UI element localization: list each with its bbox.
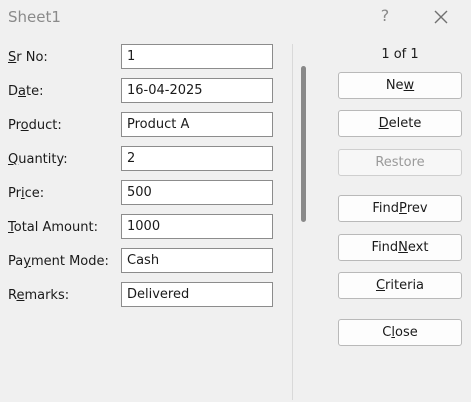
field-label-price: Price: — [8, 186, 45, 201]
field-label-date: Date: — [8, 84, 44, 99]
criteria-button[interactable]: Criteria — [338, 272, 462, 299]
close-button[interactable]: Cl ose — [338, 319, 462, 346]
help-icon[interactable]: ? — [377, 6, 393, 26]
price-input[interactable]: 500 — [121, 180, 273, 205]
field-label-sr-no: Sr No: — [8, 50, 48, 65]
field-label-total-amount: Total Amount: — [8, 220, 98, 235]
title-bar: Sheet1 ? — [0, 0, 471, 34]
product-input[interactable]: Product A — [121, 112, 273, 137]
payment-mode-input[interactable]: Cash — [121, 248, 273, 273]
field-label-payment-mode: Payment Mode: — [8, 254, 109, 269]
field-label-remarks: Remarks: — [8, 288, 70, 303]
sr-no-input[interactable]: 1 — [121, 44, 273, 69]
record-scrollbar[interactable] — [301, 66, 306, 222]
quantity-input[interactable]: 2 — [121, 146, 273, 171]
find-next-button[interactable]: Find Next — [338, 234, 462, 261]
date-input[interactable]: 16-04-2025 — [121, 78, 273, 103]
find-prev-button[interactable]: Find Prev — [338, 195, 462, 222]
delete-button[interactable]: Delete — [338, 110, 462, 137]
window-title: Sheet1 — [8, 8, 61, 26]
field-label-quantity: Quantity: — [8, 152, 68, 167]
record-count: 1 of 1 — [381, 47, 419, 62]
new-button[interactable]: Ne w — [338, 72, 462, 99]
restore-button[interactable]: Restore — [338, 149, 462, 176]
field-label-product: Product: — [8, 118, 62, 133]
remarks-input[interactable]: Delivered — [121, 282, 273, 307]
total-amount-input[interactable]: 1000 — [121, 214, 273, 239]
divider — [292, 44, 293, 400]
close-icon[interactable] — [430, 6, 452, 28]
